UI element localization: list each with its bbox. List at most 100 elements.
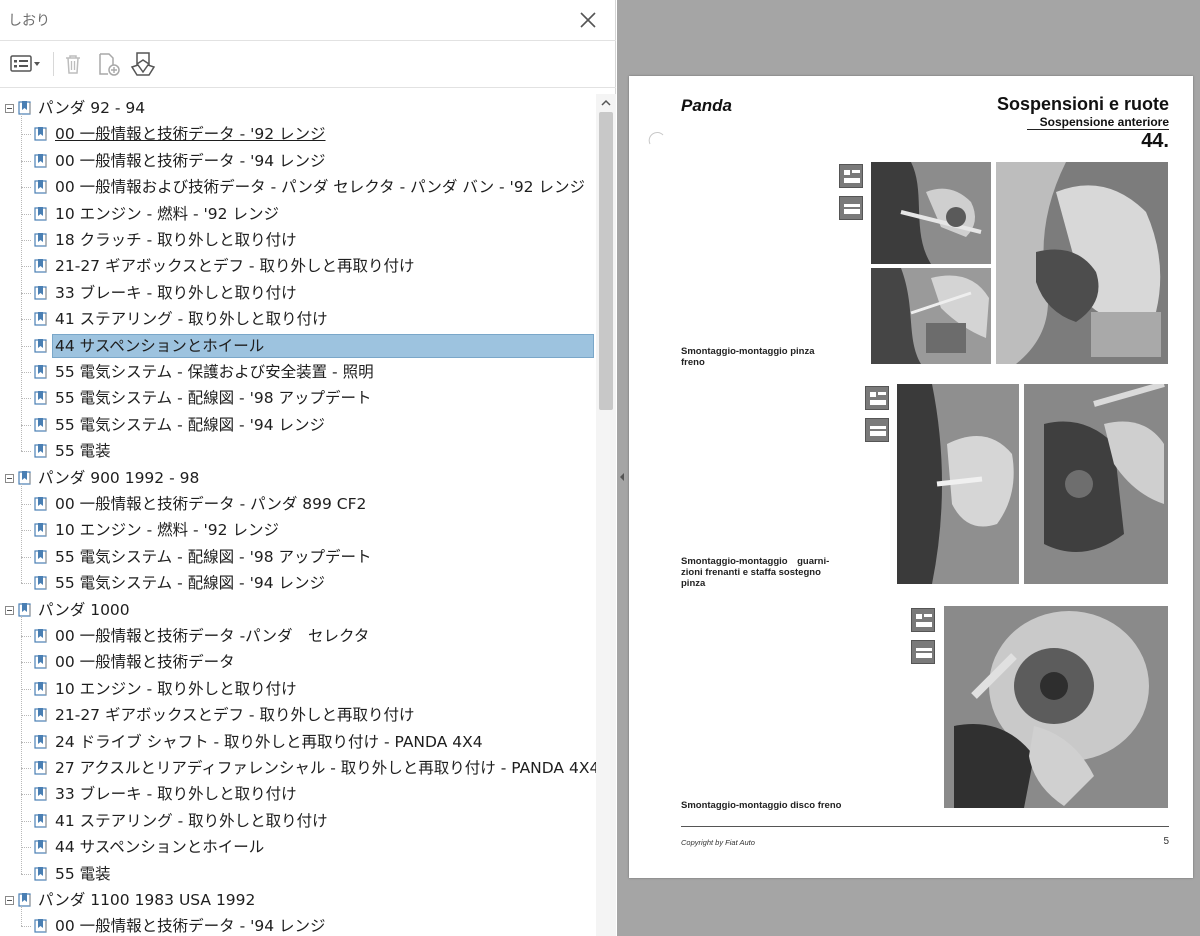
document-brand: Panda bbox=[681, 96, 733, 115]
collapse-toggle-icon[interactable] bbox=[5, 896, 14, 905]
bookmark-label: パンダ 92 - 94 bbox=[38, 99, 146, 117]
photo-caliper-removal-1 bbox=[871, 162, 991, 264]
bookmark-item[interactable]: 27 アクスルとリアディファレンシャル - 取り外しと再取り付け - PANDA… bbox=[0, 756, 596, 780]
bookmark-item[interactable]: 10 エンジン - 取り外しと取り付け bbox=[0, 677, 596, 701]
bookmark-label: パンダ 1100 1983 USA 1992 bbox=[38, 891, 256, 909]
bookmark-item[interactable]: 55 電気システム - 配線図 - '94 レンジ bbox=[0, 413, 596, 437]
photo-brake-pads-1 bbox=[897, 384, 1019, 584]
bookmark-group[interactable]: パンダ 900 1992 - 98 bbox=[0, 466, 596, 490]
tree-connector bbox=[21, 847, 31, 849]
close-panel-button[interactable] bbox=[576, 8, 600, 32]
tree-connector bbox=[21, 556, 31, 558]
bookmark-item[interactable]: 55 電気システム - 配線図 - '98 アップデート bbox=[0, 386, 596, 410]
bookmark-icon bbox=[34, 839, 50, 855]
bookmark-item[interactable]: 55 電気システム - 配線図 - '94 レンジ bbox=[0, 571, 596, 595]
collapse-toggle-icon[interactable] bbox=[5, 473, 14, 483]
bookmark-icon bbox=[34, 311, 50, 327]
bookmark-icon bbox=[34, 786, 50, 802]
new-bookmark-button[interactable] bbox=[93, 50, 123, 78]
document-viewer: Panda Sospensioni e ruote Sospensione an… bbox=[617, 0, 1200, 936]
bookmark-icon bbox=[34, 707, 50, 723]
tree-connector bbox=[21, 160, 31, 162]
collapse-panel-handle[interactable] bbox=[617, 462, 627, 492]
bookmark-label: 00 一般情報と技術データ - '94 レンジ bbox=[55, 917, 326, 936]
document-section-title: Sospensioni e ruote bbox=[996, 94, 1169, 114]
bookmark-item[interactable]: 00 一般情報と技術データ - '94 レンジ bbox=[0, 149, 596, 173]
tree-connector bbox=[21, 741, 31, 743]
bookmark-item[interactable]: 55 電気システム - 保護および安全装置 - 照明 bbox=[0, 360, 596, 384]
bookmark-label: 27 アクスルとリアディファレンシャル - 取り外しと再取り付け - PANDA… bbox=[55, 759, 596, 777]
bookmark-icon bbox=[34, 734, 50, 750]
bookmark-item[interactable]: 00 一般情報と技術データ -パンダ セレクタ bbox=[0, 624, 596, 648]
panel-header: しおり bbox=[0, 0, 616, 41]
bookmark-group[interactable]: パンダ 92 - 94 bbox=[0, 96, 596, 120]
bookmark-item[interactable]: 41 ステアリング - 取り外しと取り付け bbox=[0, 307, 596, 331]
bookmark-item[interactable]: 55 電装 bbox=[0, 862, 596, 886]
bookmark-item[interactable]: 00 一般情報および技術データ - パンダ セレクタ - パンダ バン - '9… bbox=[0, 175, 596, 199]
options-button[interactable] bbox=[8, 50, 44, 78]
diagram-thumb-icon bbox=[839, 196, 863, 220]
bookmark-item[interactable]: 00 一般情報と技術データ - '94 レンジ bbox=[0, 914, 596, 936]
bookmark-item[interactable]: 55 電装 bbox=[0, 439, 596, 463]
bookmark-label: 00 一般情報と技術データ - パンダ 899 CF2 bbox=[55, 495, 367, 513]
document-page: Panda Sospensioni e ruote Sospensione an… bbox=[629, 76, 1193, 878]
bookmark-item[interactable]: 10 エンジン - 燃料 - '92 レンジ bbox=[0, 518, 596, 542]
bookmark-item[interactable]: 55 電気システム - 配線図 - '98 アップデート bbox=[0, 545, 596, 569]
tree-connector bbox=[21, 319, 31, 321]
bookmark-item[interactable]: 44 サスペンションとホイール bbox=[0, 333, 596, 358]
bookmark-icon bbox=[34, 866, 50, 882]
scroll-thumb[interactable] bbox=[599, 112, 613, 410]
bookmark-label: 55 電装 bbox=[55, 442, 111, 461]
bookmark-label: 10 エンジン - 燃料 - '92 レンジ bbox=[55, 521, 279, 540]
bookmarks-toolbar bbox=[0, 42, 616, 88]
bookmark-item[interactable]: 00 一般情報と技術データ - パンダ 899 CF2 bbox=[0, 492, 596, 516]
bookmark-icon bbox=[34, 285, 50, 301]
document-subsection-title: Sospensione anteriore bbox=[1039, 115, 1169, 129]
tree-connector bbox=[21, 926, 31, 928]
bookmark-item[interactable]: 00 一般情報と技術データ bbox=[0, 650, 596, 674]
scroll-up-icon[interactable] bbox=[600, 98, 612, 108]
bookmark-label: 21-27 ギアボックスとデフ - 取り外しと再取り付け bbox=[55, 257, 415, 276]
bookmark-item[interactable]: 18 クラッチ - 取り外しと取り付け bbox=[0, 228, 596, 252]
bookmark-item[interactable]: 00 一般情報と技術データ - '92 レンジ bbox=[0, 122, 596, 146]
bookmark-item[interactable]: 21-27 ギアボックスとデフ - 取り外しと再取り付け bbox=[0, 703, 596, 727]
photo-brake-pads-2 bbox=[1024, 384, 1168, 584]
diagram-thumb-icon bbox=[865, 418, 889, 442]
tree-connector bbox=[21, 688, 31, 690]
bookmark-icon bbox=[34, 813, 50, 829]
tree-connector bbox=[21, 615, 22, 874]
panel-title: しおり bbox=[8, 13, 50, 29]
collapse-toggle-icon[interactable] bbox=[5, 104, 14, 113]
tree-connector bbox=[21, 134, 31, 136]
bookmark-item[interactable]: 33 ブレーキ - 取り外しと取り付け bbox=[0, 281, 596, 305]
bookmark-label: 41 ステアリング - 取り外しと取り付け bbox=[55, 310, 328, 329]
bookmark-icon bbox=[34, 918, 50, 934]
bookmark-item[interactable]: 44 サスペンションとホイール bbox=[0, 835, 596, 859]
bookmark-item[interactable]: 24 ドライブ シャフト - 取り外しと再取り付け - PANDA 4X4 bbox=[0, 730, 596, 754]
photo-caliper-removal-2 bbox=[871, 268, 991, 364]
bookmark-tree: パンダ 92 - 94 00 一般情報と技術データ - '92 レンジ 00 一般情… bbox=[0, 94, 596, 936]
tree-connector bbox=[21, 345, 31, 347]
caption-brake-pads: Smontaggio-montaggio guarni-zioni frenan… bbox=[681, 556, 830, 589]
tree-connector bbox=[21, 662, 31, 664]
tree-connector bbox=[21, 715, 31, 717]
find-bookmark-button[interactable] bbox=[128, 50, 158, 78]
bookmark-item[interactable]: 10 エンジン - 燃料 - '92 レンジ bbox=[0, 202, 596, 226]
bookmark-icon bbox=[34, 390, 50, 406]
bookmark-group[interactable]: パンダ 1000 bbox=[0, 598, 596, 622]
bookmark-group[interactable]: パンダ 1100 1983 USA 1992 bbox=[0, 888, 596, 912]
bookmark-icon bbox=[34, 575, 50, 591]
bookmark-item[interactable]: 41 ステアリング - 取り外しと取り付け bbox=[0, 809, 596, 833]
bookmark-label: 00 一般情報と技術データ bbox=[55, 653, 235, 672]
delete-bookmark-button[interactable] bbox=[58, 50, 88, 78]
bookmarks-scrollbar[interactable] bbox=[596, 94, 616, 936]
tree-connector bbox=[21, 398, 31, 400]
tree-connector bbox=[21, 530, 31, 532]
tree-connector bbox=[21, 292, 31, 294]
collapse-toggle-icon[interactable] bbox=[5, 605, 14, 615]
chevron-left-icon bbox=[620, 473, 624, 481]
bookmark-item[interactable]: 21-27 ギアボックスとデフ - 取り外しと再取り付け bbox=[0, 254, 596, 278]
bookmark-item[interactable]: 33 ブレーキ - 取り外しと取り付け bbox=[0, 782, 596, 806]
diagram-thumb-icon bbox=[911, 640, 935, 664]
bookmark-icon bbox=[34, 417, 50, 433]
